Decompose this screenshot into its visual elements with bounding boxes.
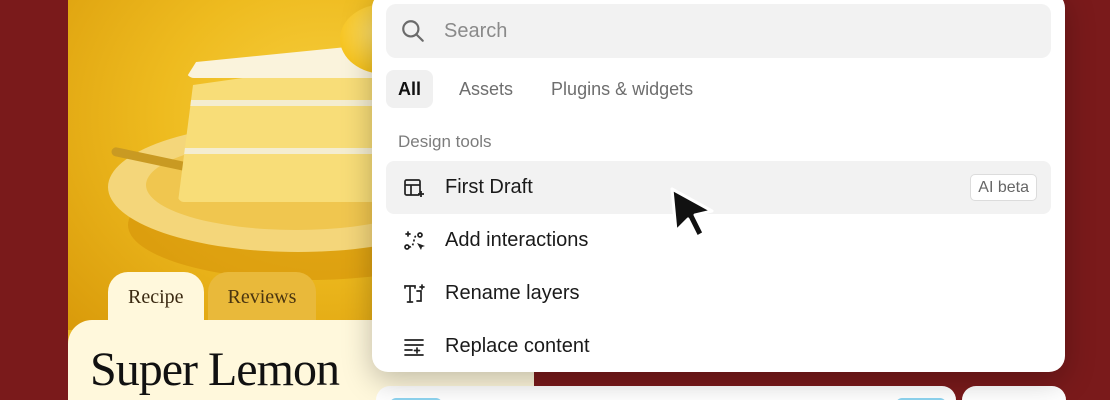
recipe-title: Super Lemon (90, 343, 340, 396)
search-icon (402, 20, 424, 42)
filter-tabs: All Assets Plugins & widgets (386, 70, 705, 108)
menu-item-rename-layers[interactable]: Rename layers (386, 267, 1051, 320)
bottom-card-right (962, 386, 1066, 400)
menu-item-replace-content[interactable]: Replace content (386, 320, 1051, 373)
menu-item-label: Replace content (445, 335, 590, 357)
interactions-icon (400, 227, 428, 255)
mouse-cursor-icon (670, 187, 714, 239)
filter-tab-plugins-widgets[interactable]: Plugins & widgets (539, 70, 705, 108)
ai-beta-badge: AI beta (970, 174, 1037, 201)
menu-item-label: Add interactions (445, 229, 589, 251)
section-label-design-tools: Design tools (398, 132, 492, 151)
tab-reviews[interactable]: Reviews (207, 272, 317, 322)
search-input[interactable] (444, 19, 1004, 43)
filter-tab-assets[interactable]: Assets (447, 70, 525, 108)
search-box[interactable] (386, 4, 1051, 58)
menu-item-label: Rename layers (445, 282, 580, 304)
filter-tab-all[interactable]: All (386, 70, 434, 108)
replace-content-icon (400, 333, 428, 361)
tab-recipe[interactable]: Recipe (108, 272, 204, 322)
recipe-tabs: Recipe Reviews (108, 272, 317, 322)
rename-layers-icon (400, 280, 428, 308)
first-draft-icon (400, 174, 428, 202)
menu-item-label: First Draft (445, 176, 533, 198)
bottom-card-left (376, 386, 956, 400)
